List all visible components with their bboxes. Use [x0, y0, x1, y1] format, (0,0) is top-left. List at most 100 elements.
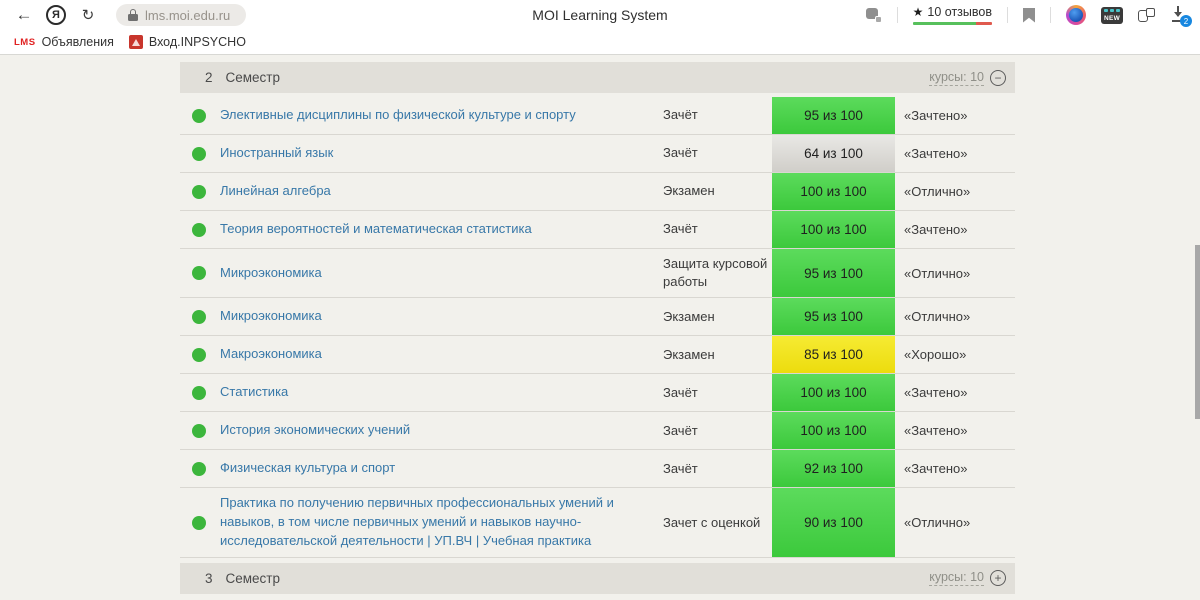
- course-row: Практика по получению первичных професси…: [180, 488, 1015, 558]
- course-status-dot-icon: [192, 515, 206, 530]
- divider: [1050, 7, 1051, 23]
- grade-label: «Зачтено»: [904, 385, 968, 401]
- semester-number: 3: [205, 570, 213, 586]
- course-name-cell: Микроэкономика: [218, 249, 663, 297]
- assessment-type: Зачёт: [663, 107, 698, 123]
- course-name-cell: Элективные дисциплины по физической куль…: [218, 97, 663, 134]
- course-name-cell: Статистика: [218, 374, 663, 411]
- back-button[interactable]: ←: [10, 5, 38, 25]
- course-link[interactable]: Микроэкономика: [220, 307, 322, 326]
- course-status-dot-icon: [192, 108, 206, 123]
- lms-favicon: LMS: [14, 36, 36, 48]
- toolbar-actions: ★ 10 отзывов NEW 2: [865, 5, 1192, 27]
- score-badge: 100 из 100: [772, 173, 895, 210]
- page-title: MOI Learning System: [532, 7, 668, 23]
- score-cell: 100 из 100: [772, 211, 895, 248]
- score-badge: 90 из 100: [772, 488, 895, 557]
- course-row: Статистика Зачёт 100 из 100 «Зачтено»: [180, 374, 1015, 413]
- video-new-icon[interactable]: NEW: [1101, 6, 1123, 24]
- course-name-cell: Микроэкономика: [218, 298, 663, 335]
- course-status-dot-icon: [192, 184, 206, 199]
- courses-count-link[interactable]: курсы: 10: [929, 70, 984, 86]
- star-icon: ★: [912, 5, 924, 19]
- score-badge: 95 из 100: [772, 298, 895, 336]
- score-cell: 90 из 100: [772, 488, 895, 557]
- grade-label: «Зачтено»: [904, 146, 968, 161]
- bookmark-item-announcements[interactable]: LMS Объявления: [10, 33, 118, 51]
- status-cell: [180, 374, 218, 411]
- address-bar[interactable]: lms.moi.edu.ru: [116, 4, 246, 26]
- protect-icon[interactable]: [865, 7, 882, 23]
- course-link[interactable]: Практика по получению первичных професси…: [220, 494, 651, 551]
- grade-label: «Отлично»: [904, 265, 971, 281]
- score-badge: 95 из 100: [772, 97, 895, 134]
- semester-title: Семестр: [225, 70, 281, 85]
- assessment-type: Защита курсовой работы: [663, 256, 768, 290]
- course-row: Иностранный язык Зачёт 64 из 100 «Зачтен…: [180, 135, 1015, 173]
- course-table-body: Элективные дисциплины по физической куль…: [180, 97, 1015, 558]
- rating-bar: [912, 22, 992, 25]
- course-link[interactable]: История экономических учений: [220, 421, 410, 440]
- course-row: Теория вероятностей и математическая ста…: [180, 211, 1015, 249]
- site-reviews-button[interactable]: ★ 10 отзывов: [912, 5, 992, 25]
- refresh-button[interactable]: ↻: [74, 6, 102, 24]
- course-link[interactable]: Теория вероятностей и математическая ста…: [220, 220, 532, 239]
- score-cell: 95 из 100: [772, 97, 895, 134]
- expand-icon[interactable]: +: [990, 570, 1006, 587]
- divider: [896, 7, 898, 23]
- score-badge: 95 из 100: [772, 249, 895, 298]
- course-row: Микроэкономика Экзамен 95 из 100 «Отличн…: [180, 298, 1015, 337]
- course-status-dot-icon: [192, 146, 206, 161]
- extension-orb-icon[interactable]: [1066, 5, 1086, 25]
- course-link[interactable]: Микроэкономика: [220, 264, 322, 283]
- assessment-type: Экзамен: [663, 183, 715, 199]
- collapse-icon[interactable]: −: [990, 69, 1006, 86]
- course-link[interactable]: Линейная алгебра: [220, 182, 331, 201]
- url-text: lms.moi.edu.ru: [145, 7, 231, 23]
- yandex-browser-icon[interactable]: Я: [46, 5, 66, 25]
- collections-icon[interactable]: [1138, 7, 1155, 23]
- course-link[interactable]: Иностранный язык: [220, 144, 333, 163]
- crest-favicon: [128, 35, 143, 49]
- course-name-cell: Макроэкономика: [218, 336, 663, 373]
- course-link[interactable]: Статистика: [220, 383, 288, 402]
- bookmark-icon[interactable]: [1023, 7, 1035, 23]
- course-status-dot-icon: [192, 222, 206, 237]
- score-badge: 64 из 100: [772, 135, 895, 172]
- course-link[interactable]: Макроэкономика: [220, 345, 322, 364]
- assessment-type: Зачёт: [663, 145, 698, 161]
- status-cell: [180, 211, 218, 248]
- score-cell: 95 из 100: [772, 298, 895, 336]
- score-cell: 100 из 100: [772, 374, 895, 412]
- status-cell: [180, 173, 218, 210]
- course-status-dot-icon: [192, 385, 206, 400]
- semester-number: 2: [205, 70, 213, 85]
- courses-count-link[interactable]: курсы: 10: [929, 570, 984, 587]
- status-cell: [180, 135, 218, 172]
- assessment-type: Зачёт: [663, 384, 698, 400]
- grade-label: «Отлично»: [904, 309, 971, 325]
- score-cell: 64 из 100: [772, 135, 895, 172]
- status-cell: [180, 336, 218, 373]
- scrollbar-thumb[interactable]: [1195, 245, 1200, 419]
- downloads-button[interactable]: 2: [1170, 6, 1192, 27]
- course-link[interactable]: Элективные дисциплины по физической куль…: [220, 106, 576, 125]
- course-link[interactable]: Физическая культура и спорт: [220, 459, 395, 478]
- course-status-dot-icon: [192, 423, 206, 438]
- semester-title: Семестр: [225, 570, 281, 586]
- status-cell: [180, 249, 218, 297]
- status-cell: [180, 412, 218, 449]
- bookmark-item-inpsycho[interactable]: Вход.INPSYCHO: [125, 33, 250, 51]
- course-row: Физическая культура и спорт Зачёт 92 из …: [180, 450, 1015, 489]
- assessment-type: Экзамен: [663, 346, 715, 362]
- course-name-cell: Физическая культура и спорт: [218, 450, 663, 487]
- course-name-cell: Теория вероятностей и математическая ста…: [218, 211, 663, 248]
- lms-page: 2 Семестр курсы: 10 − Элективные дисципл…: [0, 55, 1200, 600]
- status-cell: [180, 298, 218, 335]
- score-cell: 92 из 100: [772, 450, 895, 488]
- score-cell: 85 из 100: [772, 336, 895, 374]
- score-badge: 100 из 100: [772, 412, 895, 450]
- grade-label: «Зачтено»: [904, 108, 968, 123]
- course-row: Микроэкономика Защита курсовой работы 95…: [180, 249, 1015, 299]
- score-badge: 92 из 100: [772, 450, 895, 488]
